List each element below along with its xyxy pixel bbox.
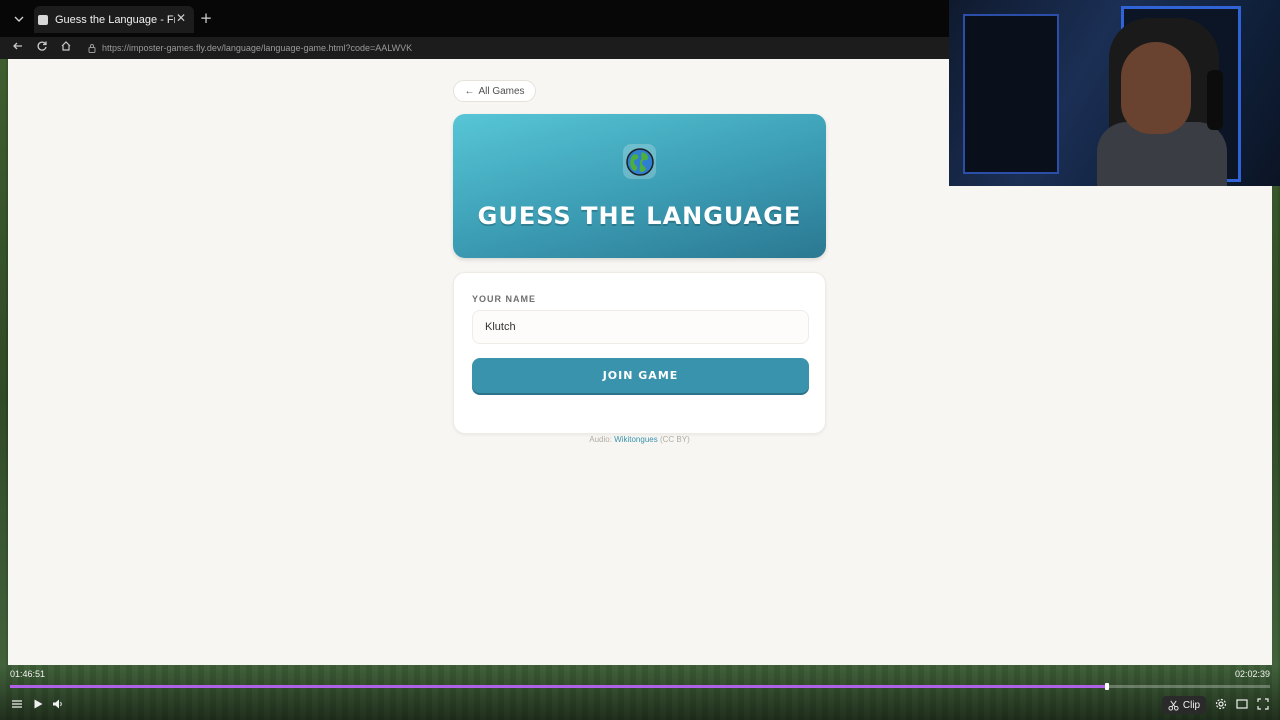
audio-attribution: Audio: Wikitongues (CC BY): [453, 435, 826, 444]
volume-icon[interactable]: [51, 698, 65, 712]
game-title: GUESS THE LANGUAGE: [477, 202, 802, 230]
fullscreen-icon[interactable]: [1256, 698, 1270, 712]
scissors-icon: [1168, 700, 1179, 711]
current-time: 01:46:51: [10, 669, 46, 679]
webcam-microphone: [1207, 70, 1223, 130]
webcam-person-head: [1121, 42, 1191, 134]
progress-bar[interactable]: [10, 683, 1270, 690]
lock-icon: [88, 44, 96, 53]
wikitongues-link[interactable]: Wikitongues: [614, 435, 658, 444]
name-input[interactable]: [472, 310, 809, 344]
join-card: YOUR NAME JOIN GAME: [453, 272, 826, 434]
webcam-overlay: [949, 0, 1280, 186]
total-time: 02:02:39: [1234, 669, 1270, 679]
theater-mode-icon[interactable]: [1235, 698, 1249, 712]
clip-label: Clip: [1182, 699, 1201, 711]
address-bar[interactable]: https://imposter-games.fly.dev/language/…: [86, 40, 946, 56]
webcam-shelf: [963, 14, 1059, 174]
reload-icon[interactable]: [34, 40, 50, 56]
progress-fill: [10, 685, 1108, 688]
arrow-left-icon[interactable]: [10, 40, 26, 56]
tab-title: Guess the Language - Free Online: [55, 13, 175, 26]
home-icon[interactable]: [58, 40, 74, 56]
close-icon[interactable]: ✕: [176, 11, 186, 25]
attribution-license: (CC BY): [659, 435, 690, 444]
url-text: https://imposter-games.fly.dev/language/…: [102, 43, 413, 53]
all-games-link[interactable]: ← All Games: [453, 80, 536, 102]
clip-button[interactable]: Clip: [1162, 696, 1206, 714]
video-player-controls: 01:46:51 02:02:39 Clip: [0, 665, 1280, 720]
chevron-down-icon[interactable]: [8, 8, 30, 30]
play-icon[interactable]: [31, 698, 45, 712]
arrow-left-glyph: ←: [464, 85, 475, 97]
globe-icon: [623, 144, 656, 179]
menu-icon[interactable]: [10, 698, 24, 712]
plus-icon[interactable]: +: [198, 10, 214, 26]
gear-icon[interactable]: [1214, 698, 1228, 712]
join-game-button[interactable]: JOIN GAME: [472, 358, 809, 393]
progress-thumb[interactable]: [1105, 683, 1110, 690]
attribution-prefix: Audio:: [589, 435, 612, 444]
browser-tab[interactable]: Guess the Language - Free Online ✕: [34, 6, 194, 33]
name-label: YOUR NAME: [472, 294, 537, 304]
game-hero-banner: GUESS THE LANGUAGE: [453, 114, 826, 258]
all-games-label: All Games: [478, 85, 525, 97]
favicon-icon: [38, 14, 48, 25]
